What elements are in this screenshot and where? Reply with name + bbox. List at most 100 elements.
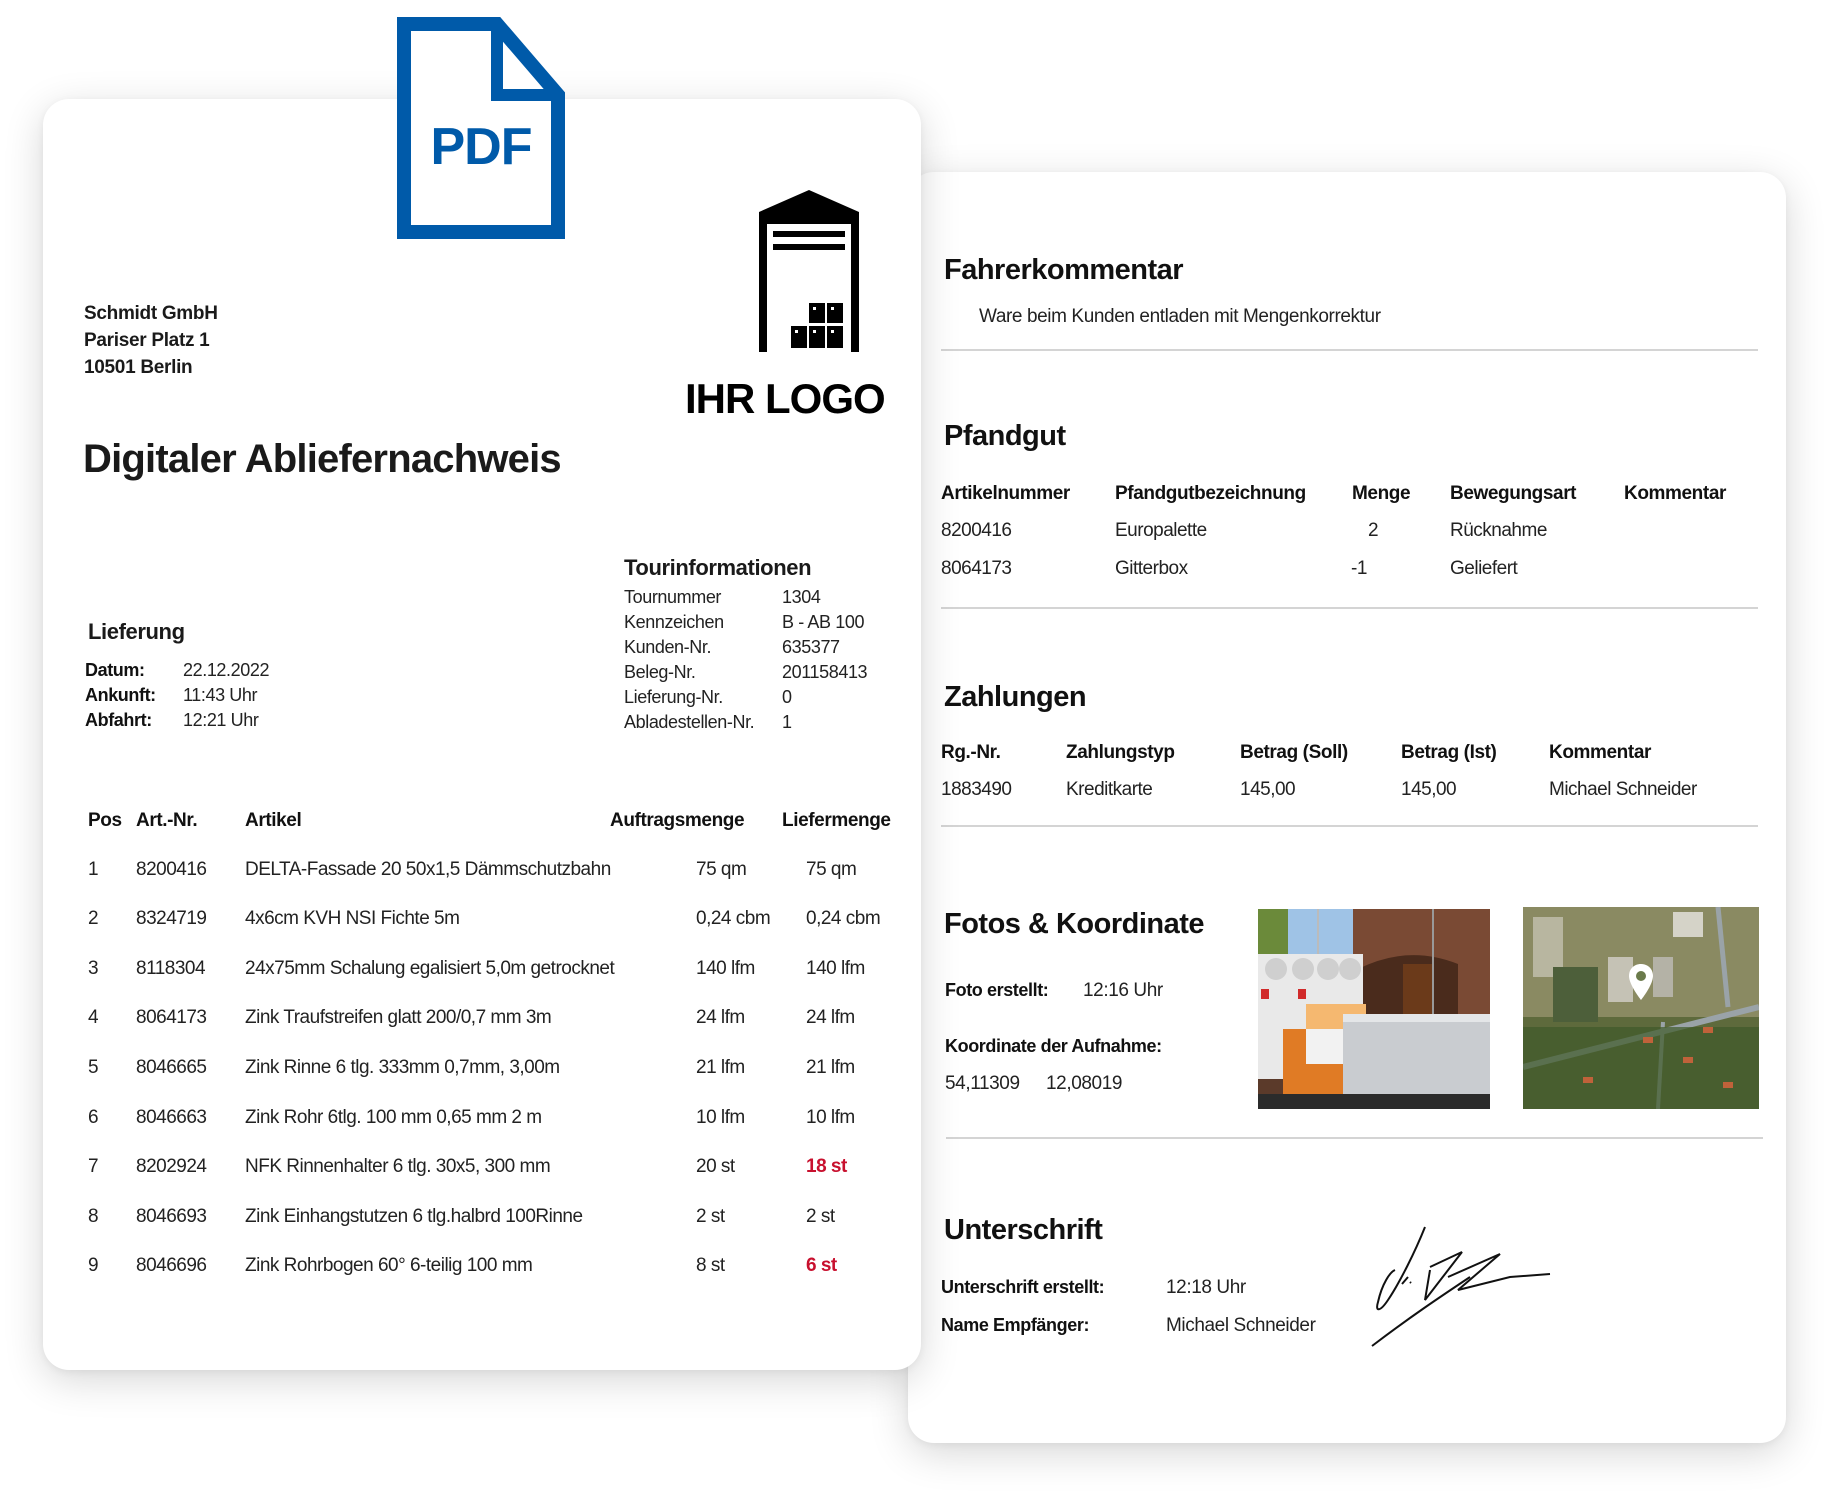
driver-comment-heading: Fahrerkommentar <box>944 254 1184 286</box>
deposit-cell: Geliefert <box>1450 558 1518 579</box>
cell-liefermenge: 6 st <box>806 1255 837 1276</box>
tour-info-value: B - AB 100 <box>782 612 865 632</box>
payments-col-header: Betrag (Soll) <box>1240 742 1348 763</box>
document-title: Digitaler Abliefernachweis <box>83 437 562 481</box>
cell-artikel: Zink Rohrbogen 60° 6-teilig 100 mm <box>245 1255 533 1276</box>
driver-comment-text: Ware beim Kunden entladen mit Mengenkorr… <box>979 306 1381 327</box>
divider <box>941 825 1758 827</box>
cell-auftragsmenge: 24 lfm <box>696 1007 745 1028</box>
payments-heading: Zahlungen <box>944 681 1087 713</box>
deposit-col-header: Kommentar <box>1624 483 1726 504</box>
cell-art-nr: 8118304 <box>136 958 206 979</box>
deposit-cell: 8064173 <box>941 558 1012 579</box>
delivery-label: Abfahrt: <box>85 710 152 730</box>
payments-cell: Michael Schneider <box>1549 779 1697 800</box>
signature-created-value: 12:18 Uhr <box>1166 1277 1246 1298</box>
payments-col-header: Zahlungstyp <box>1066 742 1175 763</box>
cell-pos: 5 <box>88 1057 99 1078</box>
delivery-details-card: Fahrerkommentar Ware beim Kunden entlade… <box>908 172 1786 1443</box>
cell-art-nr: 8046663 <box>136 1107 207 1128</box>
payments-col-header: Betrag (Ist) <box>1401 742 1497 763</box>
tour-info-value: 0 <box>782 687 792 707</box>
tour-info-label: Lieferung-Nr. <box>624 687 723 707</box>
payments-cell: 145,00 <box>1401 779 1457 800</box>
cell-liefermenge: 0,24 cbm <box>806 908 881 929</box>
cell-artikel: Zink Einhangstutzen 6 tlg.halbrd 100Rinn… <box>245 1206 583 1227</box>
tour-info-label: Kunden-Nr. <box>624 637 712 657</box>
tour-info-label: Kennzeichen <box>624 612 724 632</box>
location-map[interactable] <box>1523 907 1759 1109</box>
cell-art-nr: 8064173 <box>136 1007 207 1028</box>
deposit-col-header: Artikelnummer <box>941 483 1070 504</box>
payments-cell: 1883490 <box>941 779 1012 800</box>
cell-artikel: Zink Rohr 6tlg. 100 mm 0,65 mm 2 m <box>245 1107 542 1128</box>
coordinate-latitude: 54,11309 <box>945 1073 1020 1094</box>
cell-artikel: DELTA-Fassade 20 50x1,5 Dämmschutzbahn <box>245 859 611 880</box>
cell-pos: 7 <box>88 1156 99 1177</box>
coordinate-label: Koordinate der Aufnahme: <box>945 1036 1162 1056</box>
cell-liefermenge: 75 qm <box>806 859 857 880</box>
col-header-auftragsmenge: Auftragsmenge <box>610 810 745 831</box>
sender-city: 10501 Berlin <box>84 357 193 378</box>
signature-image <box>1371 1226 1551 1347</box>
cell-auftragsmenge: 8 st <box>696 1255 725 1276</box>
coordinate-longitude: 12,08019 <box>1046 1073 1123 1094</box>
cell-artikel: Zink Rinne 6 tlg. 333mm 0,7mm, 3,00m <box>245 1057 560 1078</box>
pdf-label: PDF <box>431 118 532 176</box>
col-header-pos: Pos <box>88 810 122 831</box>
cell-art-nr: 8046693 <box>136 1206 207 1227</box>
cell-liefermenge: 140 lfm <box>806 958 865 979</box>
cell-art-nr: 8202924 <box>136 1156 207 1177</box>
divider <box>946 1137 1763 1139</box>
cell-pos: 3 <box>88 958 99 979</box>
tour-info-label: Abladestellen-Nr. <box>624 712 755 732</box>
deposit-col-header: Pfandgutbezeichnung <box>1115 483 1306 504</box>
col-header-art-nr: Art.-Nr. <box>136 810 198 831</box>
cell-auftragsmenge: 75 qm <box>696 859 747 880</box>
cell-pos: 9 <box>88 1255 99 1276</box>
cell-art-nr: 8046665 <box>136 1057 207 1078</box>
delivery-label: Datum: <box>85 660 145 680</box>
delivery-photo-image <box>1258 909 1490 1109</box>
tour-info-label: Tournummer <box>624 587 722 607</box>
col-header-liefermenge: Liefermenge <box>782 810 891 831</box>
delivery-heading: Lieferung <box>88 619 185 644</box>
cell-auftragsmenge: 10 lfm <box>696 1107 745 1128</box>
cell-artikel: Zink Traufstreifen glatt 200/0,7 mm 3m <box>245 1007 552 1028</box>
deposit-cell: Rücknahme <box>1450 520 1547 541</box>
deposit-cell: 2 <box>1367 520 1379 541</box>
pdf-file-icon[interactable]: PDF <box>397 17 565 239</box>
payments-cell: 145,00 <box>1240 779 1296 800</box>
cell-auftragsmenge: 0,24 cbm <box>696 908 771 929</box>
cell-artikel: 24x75mm Schalung egalisiert 5,0m getrock… <box>245 958 615 979</box>
payments-col-header: Kommentar <box>1549 742 1651 763</box>
tour-info-value: 635377 <box>782 637 840 657</box>
tour-info-label: Beleg-Nr. <box>624 662 696 682</box>
divider <box>941 607 1758 609</box>
deposit-heading: Pfandgut <box>944 420 1066 452</box>
cell-auftragsmenge: 2 st <box>696 1206 725 1227</box>
deposit-col-header: Menge <box>1352 483 1411 504</box>
cell-liefermenge: 2 st <box>806 1206 835 1227</box>
photos-heading: Fotos & Koordinate <box>944 908 1205 940</box>
cell-liefermenge: 21 lfm <box>806 1057 855 1078</box>
tour-info-value: 201158413 <box>782 662 868 682</box>
cell-pos: 4 <box>88 1007 99 1028</box>
payments-col-header: Rg.-Nr. <box>941 742 1001 763</box>
delivery-value: 12:21 Uhr <box>183 710 259 730</box>
cell-art-nr: 8324719 <box>136 908 207 929</box>
deposit-cell: -1 <box>1351 558 1367 579</box>
divider <box>941 349 1758 351</box>
photo-created-value: 12:16 Uhr <box>1083 980 1163 1001</box>
cell-art-nr: 8046696 <box>136 1255 207 1276</box>
recipient-name-label: Name Empfänger: <box>941 1315 1090 1335</box>
delivery-label: Ankunft: <box>85 685 156 705</box>
sender-name: Schmidt GmbH <box>84 303 218 324</box>
cell-pos: 1 <box>88 859 99 880</box>
cell-pos: 2 <box>88 908 99 929</box>
satellite-map-image <box>1523 907 1759 1109</box>
cell-auftragsmenge: 20 st <box>696 1156 735 1177</box>
map-pin-icon[interactable] <box>1628 963 1654 1001</box>
delivery-photo[interactable] <box>1258 909 1490 1109</box>
signature-heading: Unterschrift <box>944 1214 1103 1246</box>
